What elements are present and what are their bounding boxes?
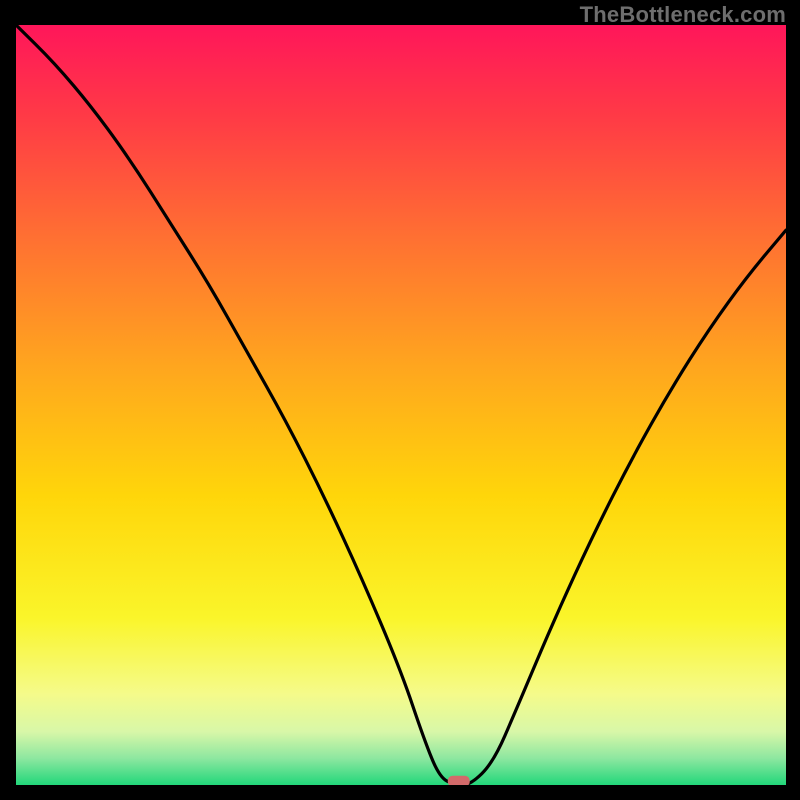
minimum-marker (448, 776, 470, 785)
bottleneck-chart (16, 25, 786, 785)
chart-frame: TheBottleneck.com (0, 0, 800, 800)
plot-area (16, 25, 786, 785)
